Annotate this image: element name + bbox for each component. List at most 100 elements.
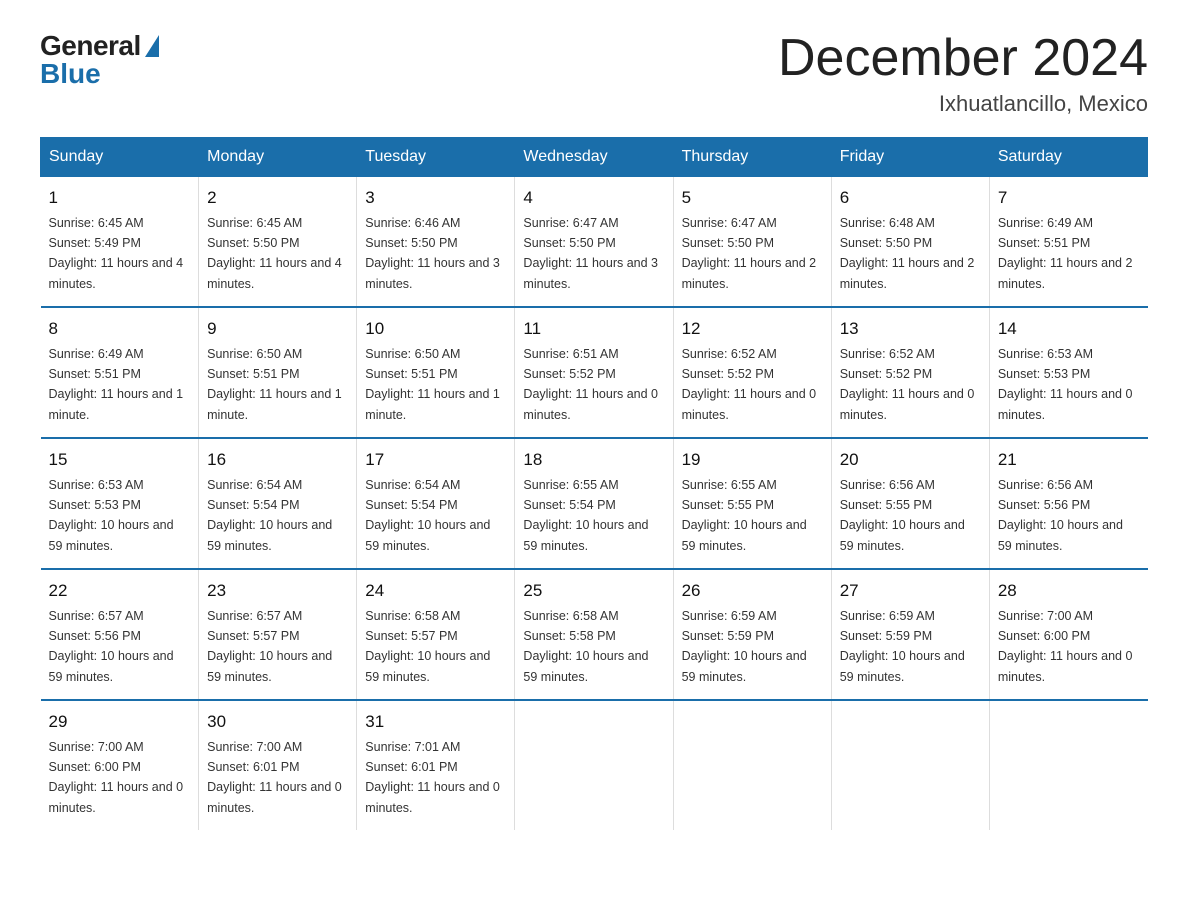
day-number: 24 [365, 578, 506, 604]
day-info: Sunrise: 7:01 AMSunset: 6:01 PMDaylight:… [365, 740, 500, 815]
day-info: Sunrise: 6:53 AMSunset: 5:53 PMDaylight:… [998, 347, 1133, 422]
day-cell: 23 Sunrise: 6:57 AMSunset: 5:57 PMDaylig… [199, 569, 357, 700]
day-number: 15 [49, 447, 191, 473]
day-info: Sunrise: 6:47 AMSunset: 5:50 PMDaylight:… [523, 216, 658, 291]
week-row-4: 22 Sunrise: 6:57 AMSunset: 5:56 PMDaylig… [41, 569, 1148, 700]
day-info: Sunrise: 6:55 AMSunset: 5:54 PMDaylight:… [523, 478, 648, 553]
day-info: Sunrise: 6:56 AMSunset: 5:55 PMDaylight:… [840, 478, 965, 553]
week-row-3: 15 Sunrise: 6:53 AMSunset: 5:53 PMDaylig… [41, 438, 1148, 569]
day-cell [673, 700, 831, 830]
weekday-header-thursday: Thursday [673, 138, 831, 177]
day-info: Sunrise: 6:46 AMSunset: 5:50 PMDaylight:… [365, 216, 500, 291]
day-info: Sunrise: 6:54 AMSunset: 5:54 PMDaylight:… [365, 478, 490, 553]
day-cell: 4 Sunrise: 6:47 AMSunset: 5:50 PMDayligh… [515, 177, 673, 308]
day-info: Sunrise: 6:49 AMSunset: 5:51 PMDaylight:… [49, 347, 184, 422]
weekday-header-saturday: Saturday [989, 138, 1147, 177]
day-cell: 1 Sunrise: 6:45 AMSunset: 5:49 PMDayligh… [41, 177, 199, 308]
day-number: 16 [207, 447, 348, 473]
day-info: Sunrise: 6:57 AMSunset: 5:57 PMDaylight:… [207, 609, 332, 684]
day-cell: 5 Sunrise: 6:47 AMSunset: 5:50 PMDayligh… [673, 177, 831, 308]
day-cell: 26 Sunrise: 6:59 AMSunset: 5:59 PMDaylig… [673, 569, 831, 700]
day-number: 9 [207, 316, 348, 342]
day-number: 11 [523, 316, 664, 342]
day-cell: 29 Sunrise: 7:00 AMSunset: 6:00 PMDaylig… [41, 700, 199, 830]
day-cell: 15 Sunrise: 6:53 AMSunset: 5:53 PMDaylig… [41, 438, 199, 569]
day-info: Sunrise: 6:51 AMSunset: 5:52 PMDaylight:… [523, 347, 658, 422]
calendar-table: SundayMondayTuesdayWednesdayThursdayFrid… [40, 137, 1148, 830]
day-cell: 19 Sunrise: 6:55 AMSunset: 5:55 PMDaylig… [673, 438, 831, 569]
day-number: 27 [840, 578, 981, 604]
day-info: Sunrise: 7:00 AMSunset: 6:00 PMDaylight:… [998, 609, 1133, 684]
day-number: 26 [682, 578, 823, 604]
day-info: Sunrise: 6:52 AMSunset: 5:52 PMDaylight:… [840, 347, 975, 422]
weekday-header-monday: Monday [199, 138, 357, 177]
day-number: 23 [207, 578, 348, 604]
day-number: 7 [998, 185, 1140, 211]
day-number: 22 [49, 578, 191, 604]
day-info: Sunrise: 6:58 AMSunset: 5:57 PMDaylight:… [365, 609, 490, 684]
weekday-header-sunday: Sunday [41, 138, 199, 177]
day-cell: 30 Sunrise: 7:00 AMSunset: 6:01 PMDaylig… [199, 700, 357, 830]
day-number: 28 [998, 578, 1140, 604]
weekday-header-wednesday: Wednesday [515, 138, 673, 177]
page-header: General Blue December 2024 Ixhuatlancill… [40, 30, 1148, 117]
day-cell: 31 Sunrise: 7:01 AMSunset: 6:01 PMDaylig… [357, 700, 515, 830]
day-number: 30 [207, 709, 348, 735]
day-cell: 18 Sunrise: 6:55 AMSunset: 5:54 PMDaylig… [515, 438, 673, 569]
day-info: Sunrise: 6:45 AMSunset: 5:49 PMDaylight:… [49, 216, 184, 291]
week-row-5: 29 Sunrise: 7:00 AMSunset: 6:00 PMDaylig… [41, 700, 1148, 830]
day-cell: 16 Sunrise: 6:54 AMSunset: 5:54 PMDaylig… [199, 438, 357, 569]
logo-blue-text: Blue [40, 58, 101, 90]
day-cell: 10 Sunrise: 6:50 AMSunset: 5:51 PMDaylig… [357, 307, 515, 438]
day-info: Sunrise: 6:45 AMSunset: 5:50 PMDaylight:… [207, 216, 342, 291]
day-cell [831, 700, 989, 830]
day-cell: 9 Sunrise: 6:50 AMSunset: 5:51 PMDayligh… [199, 307, 357, 438]
day-info: Sunrise: 7:00 AMSunset: 6:00 PMDaylight:… [49, 740, 184, 815]
day-number: 19 [682, 447, 823, 473]
weekday-header-row: SundayMondayTuesdayWednesdayThursdayFrid… [41, 138, 1148, 177]
day-info: Sunrise: 6:59 AMSunset: 5:59 PMDaylight:… [840, 609, 965, 684]
day-info: Sunrise: 6:55 AMSunset: 5:55 PMDaylight:… [682, 478, 807, 553]
day-cell [989, 700, 1147, 830]
day-number: 6 [840, 185, 981, 211]
day-cell: 2 Sunrise: 6:45 AMSunset: 5:50 PMDayligh… [199, 177, 357, 308]
location: Ixhuatlancillo, Mexico [778, 91, 1148, 117]
day-number: 29 [49, 709, 191, 735]
weekday-header-tuesday: Tuesday [357, 138, 515, 177]
day-number: 25 [523, 578, 664, 604]
week-row-1: 1 Sunrise: 6:45 AMSunset: 5:49 PMDayligh… [41, 177, 1148, 308]
logo: General Blue [40, 30, 159, 90]
day-info: Sunrise: 7:00 AMSunset: 6:01 PMDaylight:… [207, 740, 342, 815]
day-number: 18 [523, 447, 664, 473]
day-info: Sunrise: 6:47 AMSunset: 5:50 PMDaylight:… [682, 216, 817, 291]
day-info: Sunrise: 6:49 AMSunset: 5:51 PMDaylight:… [998, 216, 1133, 291]
day-cell: 20 Sunrise: 6:56 AMSunset: 5:55 PMDaylig… [831, 438, 989, 569]
day-number: 5 [682, 185, 823, 211]
day-info: Sunrise: 6:50 AMSunset: 5:51 PMDaylight:… [365, 347, 500, 422]
day-info: Sunrise: 6:54 AMSunset: 5:54 PMDaylight:… [207, 478, 332, 553]
day-number: 3 [365, 185, 506, 211]
day-cell: 14 Sunrise: 6:53 AMSunset: 5:53 PMDaylig… [989, 307, 1147, 438]
day-number: 2 [207, 185, 348, 211]
day-cell: 8 Sunrise: 6:49 AMSunset: 5:51 PMDayligh… [41, 307, 199, 438]
day-number: 1 [49, 185, 191, 211]
day-number: 10 [365, 316, 506, 342]
day-cell: 7 Sunrise: 6:49 AMSunset: 5:51 PMDayligh… [989, 177, 1147, 308]
day-cell: 3 Sunrise: 6:46 AMSunset: 5:50 PMDayligh… [357, 177, 515, 308]
day-info: Sunrise: 6:56 AMSunset: 5:56 PMDaylight:… [998, 478, 1123, 553]
day-cell: 13 Sunrise: 6:52 AMSunset: 5:52 PMDaylig… [831, 307, 989, 438]
day-cell: 12 Sunrise: 6:52 AMSunset: 5:52 PMDaylig… [673, 307, 831, 438]
day-number: 8 [49, 316, 191, 342]
day-info: Sunrise: 6:48 AMSunset: 5:50 PMDaylight:… [840, 216, 975, 291]
day-number: 31 [365, 709, 506, 735]
week-row-2: 8 Sunrise: 6:49 AMSunset: 5:51 PMDayligh… [41, 307, 1148, 438]
day-cell [515, 700, 673, 830]
day-cell: 21 Sunrise: 6:56 AMSunset: 5:56 PMDaylig… [989, 438, 1147, 569]
day-cell: 11 Sunrise: 6:51 AMSunset: 5:52 PMDaylig… [515, 307, 673, 438]
day-cell: 25 Sunrise: 6:58 AMSunset: 5:58 PMDaylig… [515, 569, 673, 700]
day-number: 12 [682, 316, 823, 342]
day-cell: 6 Sunrise: 6:48 AMSunset: 5:50 PMDayligh… [831, 177, 989, 308]
day-info: Sunrise: 6:57 AMSunset: 5:56 PMDaylight:… [49, 609, 174, 684]
day-number: 13 [840, 316, 981, 342]
title-area: December 2024 Ixhuatlancillo, Mexico [778, 30, 1148, 117]
